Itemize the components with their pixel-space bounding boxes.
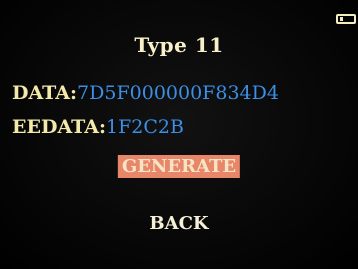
device-screen: Type 11 DATA:7D5F000000F834D4 EEDATA:1F2… — [0, 0, 358, 269]
screen-title: Type 11 — [134, 33, 224, 57]
back-button[interactable]: BACK — [145, 212, 212, 235]
eedata-label: EEDATA: — [12, 116, 106, 138]
eedata-row: EEDATA:1F2C2B — [12, 116, 184, 138]
eedata-value: 1F2C2B — [106, 116, 184, 138]
battery-icon — [336, 14, 356, 24]
generate-button[interactable]: GENERATE — [117, 155, 241, 178]
data-row: DATA:7D5F000000F834D4 — [12, 82, 279, 104]
data-value: 7D5F000000F834D4 — [77, 82, 279, 104]
data-label: DATA: — [12, 82, 78, 104]
